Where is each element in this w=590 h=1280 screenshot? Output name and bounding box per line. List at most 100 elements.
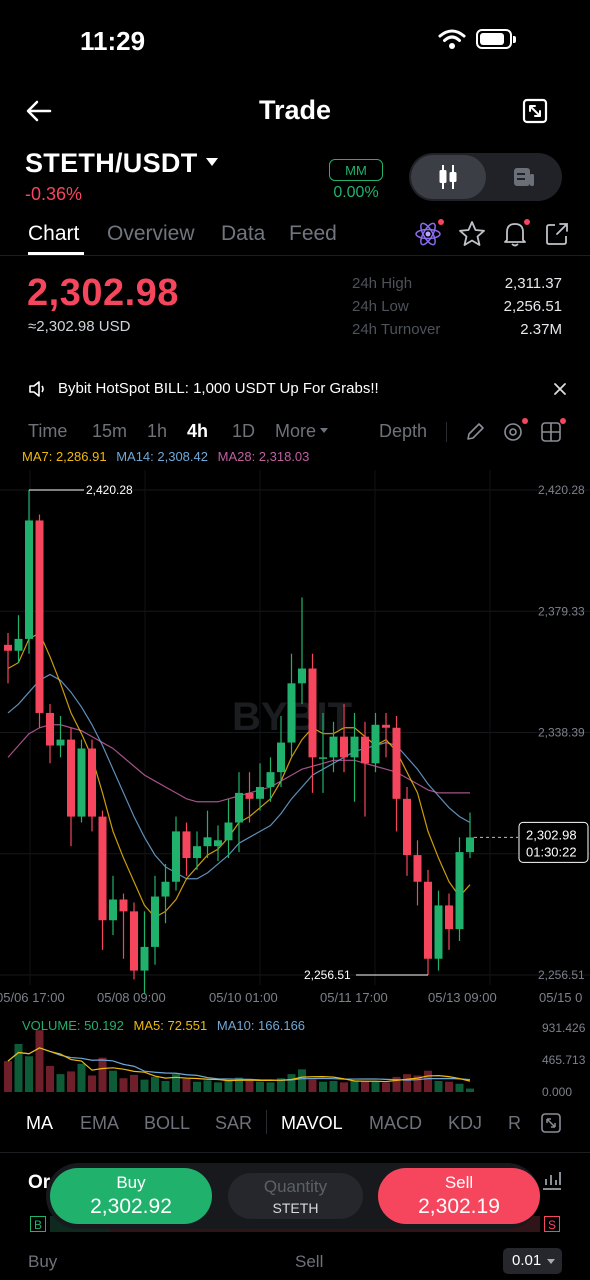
indicator-kdj[interactable]: KDJ xyxy=(448,1113,482,1134)
x-axis-tick-label: 05/06 17:00 xyxy=(0,990,65,1005)
candlestick-chart[interactable]: BYBIT2,420.282,256.512,420.282,379.332,3… xyxy=(0,470,590,1010)
sell-button[interactable]: Sell 2,302.19 xyxy=(378,1168,540,1224)
interval-separator xyxy=(446,422,447,442)
candle-body xyxy=(56,739,65,746)
tab-overview[interactable]: Overview xyxy=(107,222,195,246)
footer-buy-label: Buy xyxy=(28,1252,58,1271)
candle-body xyxy=(277,742,285,773)
candle-body xyxy=(14,638,23,651)
volume-bar xyxy=(266,1082,275,1092)
candle-body xyxy=(308,668,317,758)
volume-bar xyxy=(224,1079,233,1092)
candle-body xyxy=(403,798,411,856)
interval-4h[interactable]: 4h xyxy=(187,421,208,442)
bell-notification-dot xyxy=(524,219,530,225)
indicator-macd[interactable]: MACD xyxy=(369,1113,422,1134)
footer-sell-label: Sell xyxy=(295,1252,324,1271)
candle-body xyxy=(287,683,296,743)
candle-body xyxy=(25,520,33,639)
candle-body xyxy=(4,644,12,651)
usd-price: ≈2,302.98 USD xyxy=(28,318,131,335)
volume-bar xyxy=(340,1082,348,1092)
indicator-sar[interactable]: SAR xyxy=(215,1113,252,1134)
volume-bar xyxy=(308,1079,317,1092)
draw-pencil-icon[interactable] xyxy=(464,421,486,443)
stat-high-value: 2,311.37 xyxy=(504,275,562,292)
status-bar: 11:29 xyxy=(0,0,590,80)
candle-body xyxy=(235,792,243,823)
precision-select[interactable]: 0.01 xyxy=(503,1248,562,1274)
volume-bar xyxy=(193,1081,201,1092)
y-axis-tick-label: 2,420.28 xyxy=(538,483,585,497)
page-title: Trade xyxy=(258,95,332,125)
candlestick-icon[interactable] xyxy=(436,163,460,191)
tab-feed[interactable]: Feed xyxy=(289,222,337,246)
candle-body xyxy=(214,840,222,847)
mm-badge[interactable]: MM xyxy=(329,159,383,181)
volume-axis-label: 931.426 xyxy=(542,1021,586,1035)
tabs-divider xyxy=(0,255,590,256)
current-price-label: 2,302.98 xyxy=(526,827,577,842)
share-icon[interactable] xyxy=(544,221,570,247)
status-time: 11:29 xyxy=(80,26,146,56)
fullscreen-icon[interactable] xyxy=(520,96,550,126)
candle-body xyxy=(350,736,359,758)
low-marker-label: 2,256.51 xyxy=(304,968,351,982)
depth-button[interactable]: Depth xyxy=(379,421,427,442)
candle-body xyxy=(182,831,191,859)
quantity-unit: STETH xyxy=(272,1200,319,1216)
bell-icon[interactable] xyxy=(504,223,526,243)
candle-body xyxy=(203,837,212,847)
pair-change: -0.36% xyxy=(25,184,83,204)
stat-turnover-value: 2.37M xyxy=(520,321,562,338)
interval-1d[interactable]: 1D xyxy=(232,421,255,442)
volume-chart: 931.426 465.713 0.000 xyxy=(4,1021,586,1096)
announcement-text[interactable]: Bybit HotSpot BILL: 1,000 USDT Up For Gr… xyxy=(58,380,379,397)
countdown-label: 01:30:22 xyxy=(526,844,577,859)
candle-body xyxy=(382,724,390,728)
buy-button[interactable]: Buy 2,302.92 xyxy=(50,1168,212,1224)
close-icon[interactable] xyxy=(553,382,567,396)
candle-body xyxy=(140,946,149,971)
volume-ma5-line xyxy=(7,1047,471,1083)
y-axis-tick-label: 2,379.33 xyxy=(538,604,585,618)
more-caret-icon[interactable] xyxy=(320,428,328,433)
indicator-settings-icon[interactable] xyxy=(502,421,524,443)
volume-bar xyxy=(350,1080,359,1092)
indicator-expand-icon[interactable] xyxy=(540,1112,562,1134)
tab-chart[interactable]: Chart xyxy=(28,222,79,246)
sell-label: Sell xyxy=(444,1173,474,1192)
volume-bar xyxy=(161,1081,170,1092)
candle-body xyxy=(224,822,233,841)
mm-value: 0.00% xyxy=(333,184,379,201)
candle-body xyxy=(445,905,453,930)
tab-data[interactable]: Data xyxy=(221,222,265,246)
volume-bar xyxy=(434,1081,443,1092)
precision-caret-icon xyxy=(547,1259,555,1264)
interval-15m[interactable]: 15m xyxy=(92,421,127,442)
ma14-legend: MA14: 2,308.42 xyxy=(116,449,208,464)
indicator-ma[interactable]: MA xyxy=(26,1113,53,1134)
layout-grid-icon[interactable] xyxy=(540,421,562,443)
quantity-input[interactable]: Quantity STETH xyxy=(228,1173,363,1219)
volume-ma10-line xyxy=(7,1047,471,1081)
interval-more[interactable]: More xyxy=(275,421,316,442)
pair-symbol[interactable]: STETH/USDT xyxy=(25,148,198,179)
ai-atom-icon[interactable] xyxy=(414,220,442,248)
volume-axis-label: 0.000 xyxy=(542,1085,572,1096)
pair-dropdown-icon[interactable] xyxy=(206,158,218,166)
interval-time[interactable]: Time xyxy=(28,421,67,442)
interval-1h[interactable]: 1h xyxy=(147,421,167,442)
candle-body xyxy=(98,816,107,921)
candle-body xyxy=(256,786,264,799)
indicator-ema[interactable]: EMA xyxy=(80,1113,119,1134)
volume-bar xyxy=(151,1076,159,1092)
volume-bar xyxy=(455,1083,464,1092)
candle-body xyxy=(340,736,348,758)
indicator-boll[interactable]: BOLL xyxy=(144,1113,190,1134)
star-icon[interactable] xyxy=(458,220,486,248)
indicator-r[interactable]: R xyxy=(508,1113,521,1134)
info-card-icon[interactable] xyxy=(512,165,536,189)
trend-chart-icon[interactable] xyxy=(540,1168,564,1192)
indicator-mavol[interactable]: MAVOL xyxy=(281,1113,343,1134)
